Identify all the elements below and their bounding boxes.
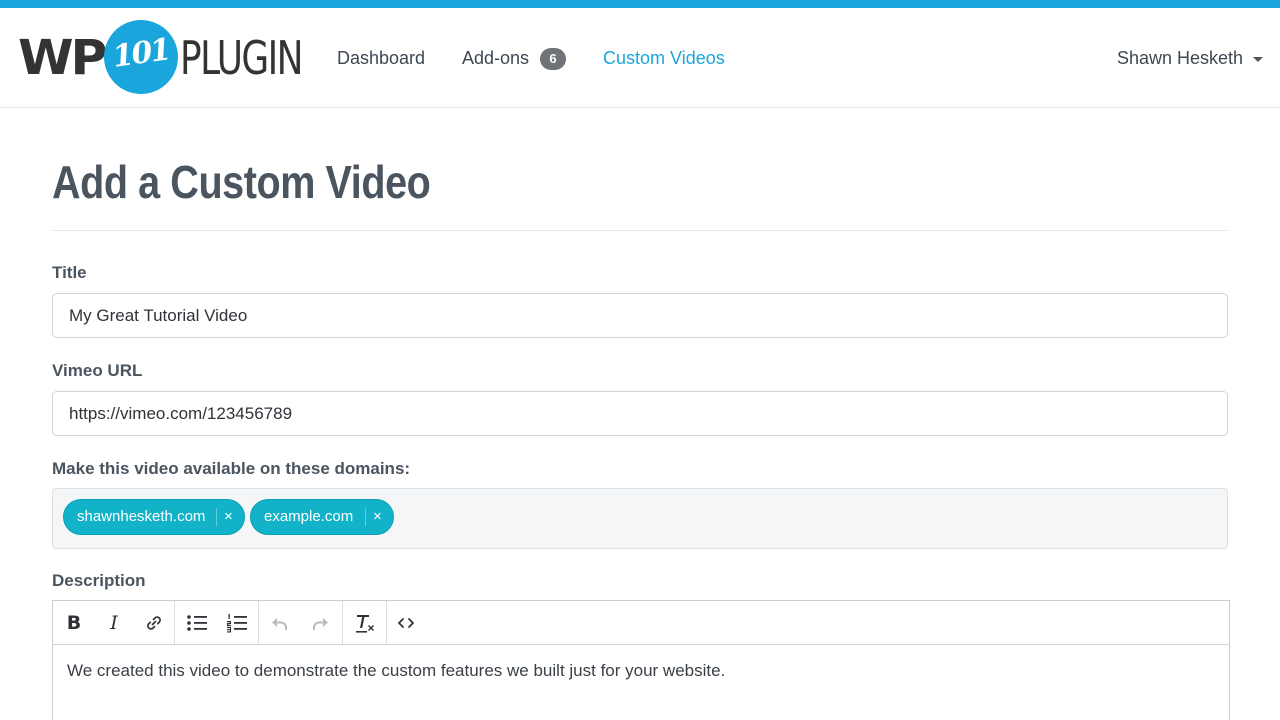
numbered-list-icon[interactable] — [223, 610, 249, 636]
toolbar-group-format: B I — [53, 601, 175, 644]
vimeo-url-label: Vimeo URL — [52, 361, 143, 380]
top-accent-bar — [0, 0, 1280, 8]
user-menu[interactable]: Shawn Hesketh — [1117, 48, 1264, 68]
page-title: Add a Custom Video — [52, 156, 431, 208]
logo-circle: 101 — [104, 20, 178, 94]
clear-format-icon[interactable] — [351, 610, 377, 636]
addons-count-badge: 6 — [540, 48, 566, 70]
navbar: WP 101 PLUGIN Dashboard Add-ons 6 Custom… — [0, 8, 1280, 108]
link-icon[interactable] — [141, 610, 167, 636]
source-code-icon[interactable] — [393, 610, 419, 636]
user-name: Shawn Hesketh — [1117, 48, 1244, 68]
tag-divider — [365, 508, 366, 526]
toolbar-group-lists — [175, 601, 259, 644]
caret-down-icon — [1253, 56, 1264, 62]
domains-label: Make this video available on these domai… — [52, 459, 411, 478]
domain-tag-label: shawnhesketh.com — [77, 508, 206, 525]
logo-number: 101 — [110, 32, 172, 75]
toolbar-group-history — [259, 601, 343, 644]
logo-plugin-text: PLUGIN — [180, 31, 304, 85]
editor-toolbar: B I — [53, 601, 1229, 645]
domain-tag: shawnhesketh.com × — [63, 499, 245, 535]
domains-tag-input[interactable]: shawnhesketh.com × example.com × — [52, 488, 1228, 549]
domain-tag-label: example.com — [264, 508, 354, 525]
wp101-plugin-logo[interactable]: WP 101 PLUGIN — [18, 20, 304, 96]
description-label: Description — [52, 571, 146, 590]
description-editor-content[interactable]: We created this video to demonstrate the… — [67, 661, 725, 681]
bold-icon[interactable]: B — [61, 610, 87, 636]
remove-tag-icon[interactable]: × — [224, 500, 233, 534]
nav-addons[interactable]: Add-ons — [462, 48, 529, 68]
undo-icon[interactable] — [267, 610, 293, 636]
description-editor: B I We created this video to demonstrate… — [52, 600, 1230, 720]
logo-wp-text: WP — [18, 30, 107, 86]
vimeo-url-input[interactable]: https://vimeo.com/123456789 — [52, 391, 1228, 436]
nav-custom-videos[interactable]: Custom Videos — [603, 48, 725, 68]
bullet-list-icon[interactable] — [183, 610, 209, 636]
nav-dashboard[interactable]: Dashboard — [337, 48, 425, 68]
toolbar-group-source — [387, 601, 431, 644]
title-input[interactable]: My Great Tutorial Video — [52, 293, 1228, 338]
tag-divider — [216, 508, 217, 526]
toolbar-group-clear — [343, 601, 387, 644]
domain-tag: example.com × — [250, 499, 394, 535]
redo-icon[interactable] — [307, 610, 333, 636]
remove-tag-icon[interactable]: × — [373, 500, 382, 534]
title-label: Title — [52, 263, 87, 282]
italic-icon[interactable]: I — [101, 610, 127, 636]
title-divider — [52, 230, 1228, 231]
